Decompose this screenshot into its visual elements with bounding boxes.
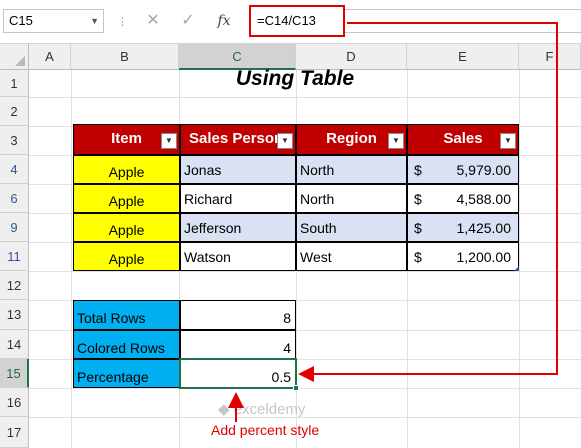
annotation-arrows (228, 22, 558, 422)
formula-connector-arrow (298, 22, 558, 382)
